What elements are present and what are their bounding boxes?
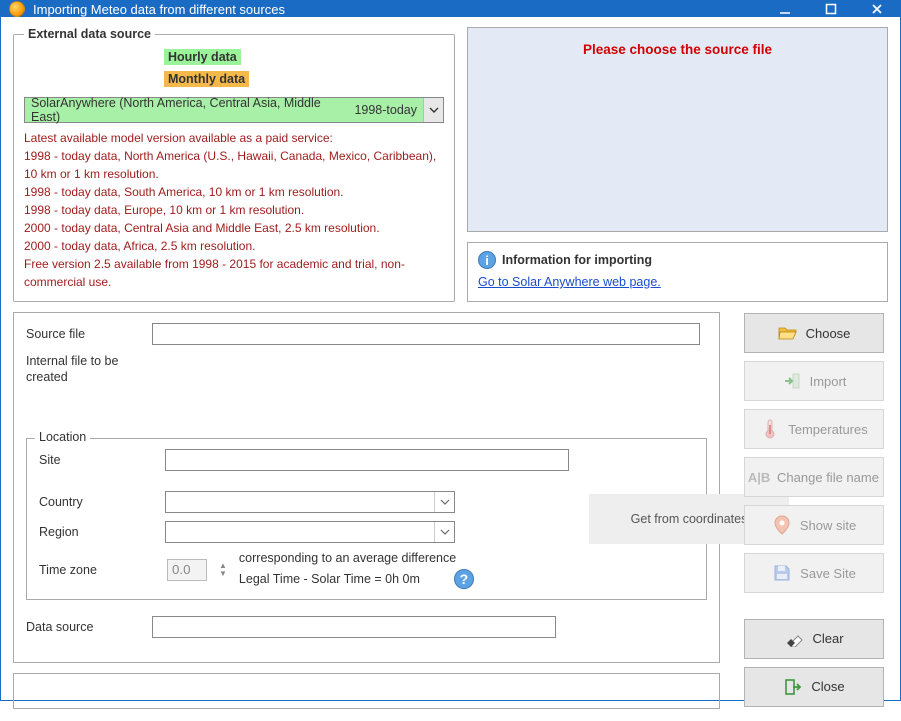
site-label: Site [39,453,155,467]
timezone-note: corresponding to an average difference [239,551,569,565]
desc-line: 2000 - today data, Africa, 2.5 km resolu… [24,237,444,255]
rename-icon: A|B [749,467,769,487]
clear-button-label: Clear [812,631,843,646]
chevron-down-icon [434,522,454,542]
save-icon [772,563,792,583]
hourly-data-label: Hourly data [164,49,241,65]
message-panel: Please choose the source file [467,27,888,232]
source-description: Latest available model version available… [24,129,444,291]
thermometer-icon [760,419,780,439]
country-select[interactable] [165,491,455,513]
show-site-button[interactable]: Show site [744,505,884,545]
temperatures-button-label: Temperatures [788,422,867,437]
desc-line: 1998 - today data, South America, 10 km … [24,183,444,201]
window-frame: Importing Meteo data from different sour… [0,0,901,701]
help-icon[interactable]: ? [454,569,474,589]
info-panel: i Information for importing Go to Solar … [467,242,888,302]
monthly-data-label: Monthly data [164,71,249,87]
show-site-button-label: Show site [800,518,856,533]
clear-button[interactable]: Clear [744,619,884,659]
message-text: Please choose the source file [583,42,772,57]
status-bar [13,673,720,709]
source-file-input[interactable] [152,323,700,345]
temperatures-button[interactable]: Temperatures [744,409,884,449]
save-site-button-label: Save Site [800,566,856,581]
minimize-button[interactable] [762,1,808,17]
info-title-text: Information for importing [502,253,652,267]
titlebar: Importing Meteo data from different sour… [1,1,900,17]
file-and-location-panel: Source file Internal file to be created … [13,312,720,663]
location-legend: Location [35,430,90,444]
timezone-label: Time zone [39,563,155,577]
save-site-button[interactable]: Save Site [744,553,884,593]
source-combo[interactable]: SolarAnywhere (North America, Central As… [24,97,444,123]
folder-open-icon [778,323,798,343]
source-combo-name: SolarAnywhere (North America, Central As… [25,96,348,124]
choose-button[interactable]: Choose [744,313,884,353]
info-icon: i [478,251,496,269]
choose-button-label: Choose [806,326,851,341]
desc-line: Free version 2.5 available from 1998 - 2… [24,255,444,291]
site-input[interactable] [165,449,569,471]
maximize-button[interactable] [808,1,854,17]
location-group: Location Site Country [26,438,707,600]
external-data-source-legend: External data source [24,27,155,41]
desc-line: 1998 - today data, Europe, 10 km or 1 km… [24,201,444,219]
source-file-label: Source file [26,327,142,341]
eraser-icon [784,629,804,649]
timezone-equation: Legal Time - Solar Time = 0h 0m [239,572,420,586]
import-button[interactable]: Import [744,361,884,401]
desc-line: 2000 - today data, Central Asia and Midd… [24,219,444,237]
location-pin-icon [772,515,792,535]
window-title: Importing Meteo data from different sour… [33,2,762,17]
chevron-down-icon: ▼ [219,570,227,578]
close-dialog-button-label: Close [811,679,844,694]
data-source-label: Data source [26,620,142,634]
timezone-input[interactable] [167,559,207,581]
region-label: Region [39,525,155,539]
country-label: Country [39,495,155,509]
change-file-name-button-label: Change file name [777,470,879,485]
external-data-source-group: External data source Hourly data Monthly… [13,27,455,302]
desc-line: Latest available model version available… [24,129,444,147]
desc-line: 1998 - today data, North America (U.S., … [24,147,444,183]
data-source-input[interactable] [152,616,556,638]
internal-file-label: Internal file to be created [26,353,142,386]
chevron-down-icon [434,492,454,512]
timezone-spinner[interactable]: ▲▼ [219,562,227,578]
window-controls [762,1,900,17]
import-button-label: Import [810,374,847,389]
info-link[interactable]: Go to Solar Anywhere web page. [478,275,661,289]
source-combo-range: 1998-today [348,103,423,117]
close-button[interactable] [854,1,900,17]
change-file-name-button[interactable]: A|B Change file name [744,457,884,497]
chevron-down-icon [423,98,443,122]
region-select[interactable] [165,521,455,543]
import-icon [782,371,802,391]
exit-icon [783,677,803,697]
app-icon [9,1,25,17]
